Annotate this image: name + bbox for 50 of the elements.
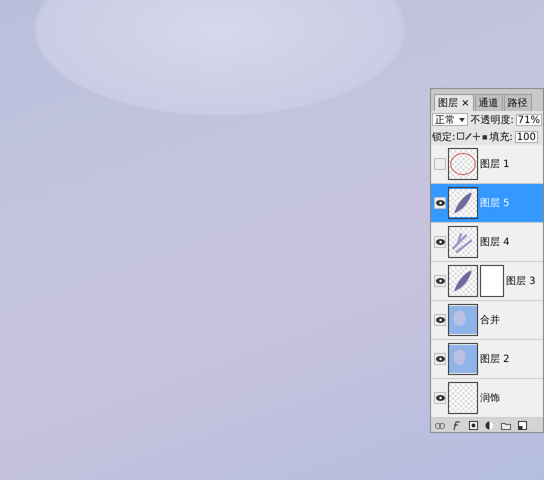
layer-thumbnail <box>448 226 478 258</box>
eye-icon <box>436 395 444 401</box>
layer-name: 图层 3 <box>506 275 536 288</box>
layer-row[interactable]: 图层 4 <box>431 223 543 262</box>
new-layer-icon[interactable] <box>518 421 527 430</box>
layer-thumbnail <box>448 148 478 180</box>
layer-row[interactable]: 图层 2 <box>431 340 543 379</box>
layer-name: 合并 <box>480 314 500 327</box>
layer-name: 图层 2 <box>480 353 510 366</box>
visibility-toggle[interactable] <box>434 392 446 404</box>
layer-thumbnail <box>448 382 478 414</box>
layer-name: 润饰 <box>480 392 500 405</box>
visibility-toggle[interactable] <box>434 275 446 287</box>
opacity-field[interactable]: 71% <box>516 114 542 126</box>
layer-row[interactable]: 图层 1 <box>431 145 543 184</box>
visibility-toggle[interactable] <box>434 158 446 170</box>
eye-icon <box>436 200 444 206</box>
panel-tab[interactable]: 通道 <box>474 94 503 111</box>
folder-icon[interactable] <box>501 422 511 430</box>
panel-tab[interactable]: 图层 × <box>434 94 474 111</box>
eye-icon <box>436 278 444 284</box>
layer-row[interactable]: 合并 <box>431 301 543 340</box>
layer-thumbnail <box>448 343 478 375</box>
layer-name: 图层 4 <box>480 236 510 249</box>
layer-thumbnail <box>448 265 478 297</box>
link-icon[interactable] <box>435 422 445 428</box>
visibility-toggle[interactable] <box>434 236 446 248</box>
visibility-toggle[interactable] <box>434 353 446 365</box>
eye-icon <box>436 239 444 245</box>
layer-thumbnail <box>448 187 478 219</box>
blend-mode-dropdown[interactable]: 正常 <box>432 113 468 126</box>
visibility-toggle[interactable] <box>434 314 446 326</box>
layer-row[interactable]: 图层 3 <box>431 262 543 301</box>
eye-icon <box>436 317 444 323</box>
effects-icon[interactable] <box>452 421 462 430</box>
eye-icon <box>436 356 444 362</box>
mask-icon[interactable] <box>469 421 478 430</box>
layer-thumbnail <box>448 304 478 336</box>
fill-field[interactable]: 100 <box>514 130 538 142</box>
opacity-label: 不透明度: <box>470 114 514 126</box>
layer-row[interactable]: 润饰 <box>431 379 543 418</box>
lock-label: 锁定: <box>432 130 456 144</box>
layer-name: 图层 5 <box>480 197 510 210</box>
panel-tab[interactable]: 路径 <box>504 94 532 111</box>
layer-name: 图层 1 <box>480 158 510 171</box>
adjustment-icon[interactable] <box>485 421 494 430</box>
fill-label: 填充: <box>489 130 513 144</box>
lock-icons[interactable] <box>457 132 488 141</box>
visibility-toggle[interactable] <box>434 197 446 209</box>
caret-icon <box>459 118 466 122</box>
